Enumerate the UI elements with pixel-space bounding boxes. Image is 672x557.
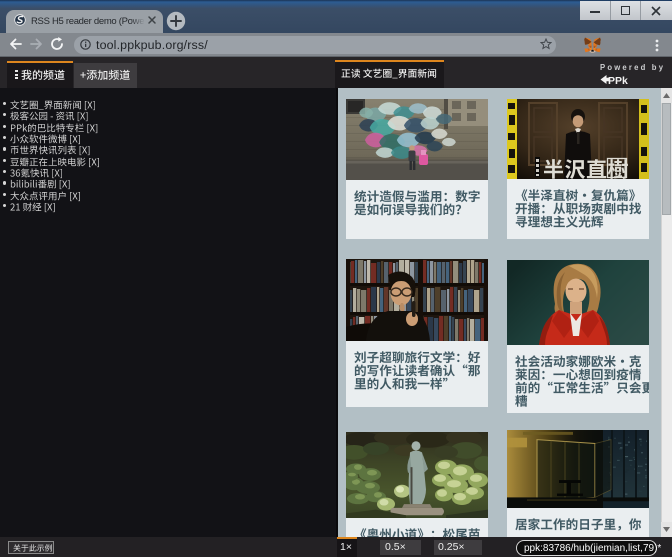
svg-text:PPk: PPk <box>608 75 628 86</box>
